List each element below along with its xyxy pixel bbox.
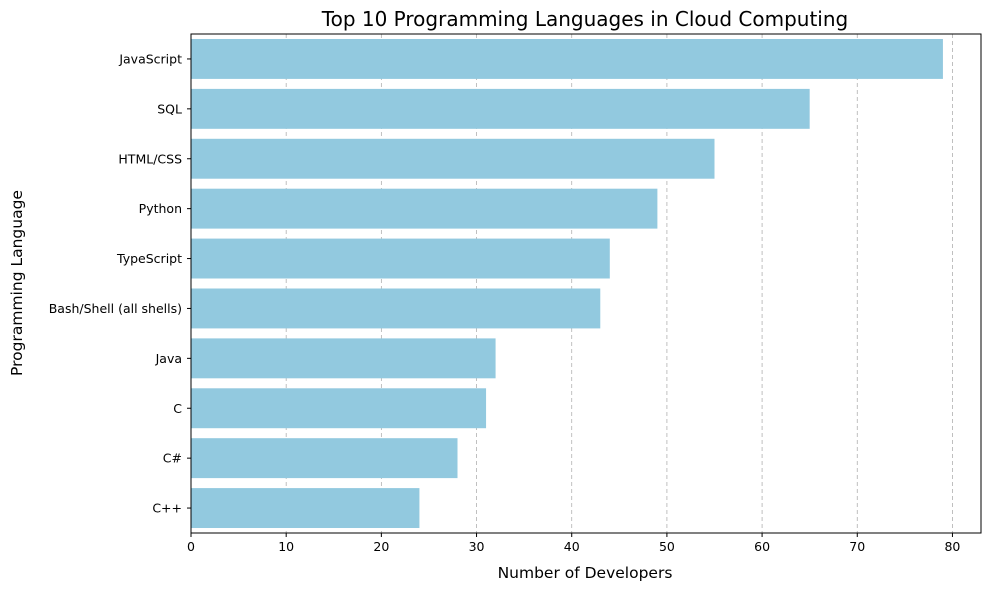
x-tick-label-80: 80 [944, 539, 960, 554]
y-tick-label-python: Python [139, 201, 182, 216]
y-tick-label-c: C [173, 401, 182, 416]
bar-javascript [191, 38, 943, 79]
bars [191, 38, 943, 529]
x-tick-label-10: 10 [278, 539, 294, 554]
x-tick-label-60: 60 [754, 539, 770, 554]
x-ticks: 0 10 20 30 40 50 60 70 80 [187, 533, 960, 554]
y-ticks: JavaScript SQL HTML/CSS Python TypeScript Bas… [49, 51, 191, 516]
x-tick-label-50: 50 [659, 539, 675, 554]
bar-sql [191, 88, 810, 129]
bar-typescript [191, 238, 610, 279]
x-tick-label-20: 20 [373, 539, 389, 554]
y-tick-label-html-css: HTML/CSS [118, 151, 182, 166]
x-tick-label-40: 40 [564, 539, 580, 554]
bar-c- [191, 488, 420, 529]
y-tick-label-javascript: JavaScript [118, 51, 182, 66]
x-tick-label-30: 30 [469, 539, 485, 554]
y-tick-label-java: Java [155, 351, 182, 366]
y-tick-label-typescript: TypeScript [116, 251, 182, 266]
x-axis-label: Number of Developers [498, 564, 673, 582]
x-tick-label-70: 70 [849, 539, 865, 554]
y-tick-label-c-: C# [163, 451, 182, 466]
bar-chart: Top 10 Programming Languages in Cloud Co… [8, 7, 982, 582]
y-tick-label-sql: SQL [157, 101, 182, 116]
y-tick-label-c-: C++ [152, 501, 182, 516]
chart-container: Top 10 Programming Languages in Cloud Co… [0, 0, 989, 590]
bar-java [191, 338, 496, 379]
bar-python [191, 188, 658, 229]
bar-bash-shell-all-shells- [191, 288, 601, 329]
bar-c [191, 388, 487, 429]
x-tick-label-0: 0 [187, 539, 195, 554]
bar-html-css [191, 138, 715, 179]
bar-c- [191, 438, 458, 479]
y-axis-label: Programming Language [8, 190, 26, 376]
y-tick-label-bash-shell-all-shells-: Bash/Shell (all shells) [49, 301, 182, 316]
chart-title: Top 10 Programming Languages in Cloud Co… [321, 7, 848, 31]
